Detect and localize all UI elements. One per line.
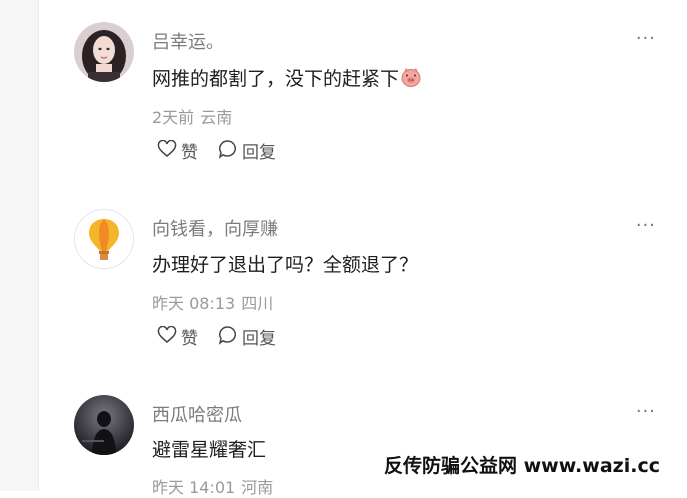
- comment-author[interactable]: 西瓜哈密瓜: [152, 401, 242, 427]
- comment-text: 办理好了退出了吗？全额退了？: [152, 254, 419, 276]
- avatar[interactable]: [74, 209, 134, 269]
- reply-button[interactable]: 回复: [218, 324, 276, 349]
- comment-time: 昨天 08:13: [152, 294, 236, 313]
- heart-icon: [157, 139, 177, 162]
- left-sidebar-strip: [0, 0, 39, 491]
- speech-bubble-icon: [218, 325, 238, 349]
- reply-button[interactable]: 回复: [218, 138, 276, 163]
- comment-actions: 赞 回复: [157, 324, 296, 349]
- comment-time: 2天前: [152, 108, 195, 127]
- comment-author[interactable]: 吕幸运。: [152, 28, 224, 54]
- comment-location: 四川: [241, 294, 274, 313]
- comment-text: 网推的都割了，没下的赶紧下: [152, 64, 422, 93]
- more-options-button[interactable]: ···: [636, 401, 656, 422]
- comment-location: 云南: [200, 108, 233, 127]
- avatar[interactable]: [74, 22, 134, 82]
- comment-text: 避雷星耀奢汇: [152, 439, 267, 461]
- comment-actions: 赞 回复: [157, 138, 296, 163]
- avatar[interactable]: [74, 395, 134, 455]
- comment-time: 昨天 14:01: [152, 478, 236, 497]
- like-button[interactable]: 赞: [157, 138, 198, 163]
- like-label: 赞: [181, 329, 198, 349]
- comment-author[interactable]: 向钱看，向厚赚: [152, 215, 278, 241]
- watermark-text: 反传防骗公益网 www.wazi.cc: [384, 455, 660, 477]
- comment-meta: 昨天 14:01 河南: [152, 474, 273, 498]
- speech-bubble-icon: [218, 139, 238, 163]
- more-options-button[interactable]: ···: [636, 215, 656, 236]
- comment-text-body: 网推的都割了，没下的赶紧下: [152, 68, 400, 90]
- reply-label: 回复: [242, 143, 276, 163]
- heart-icon: [157, 325, 177, 348]
- like-button[interactable]: 赞: [157, 324, 198, 349]
- comment-meta: 2天前 云南: [152, 104, 232, 128]
- comment-location: 河南: [241, 478, 274, 497]
- pig-face-emoji-icon: [400, 66, 422, 93]
- comment-meta: 昨天 08:13 四川: [152, 290, 273, 314]
- more-options-button[interactable]: ···: [636, 28, 656, 49]
- reply-label: 回复: [242, 329, 276, 349]
- like-label: 赞: [181, 143, 198, 163]
